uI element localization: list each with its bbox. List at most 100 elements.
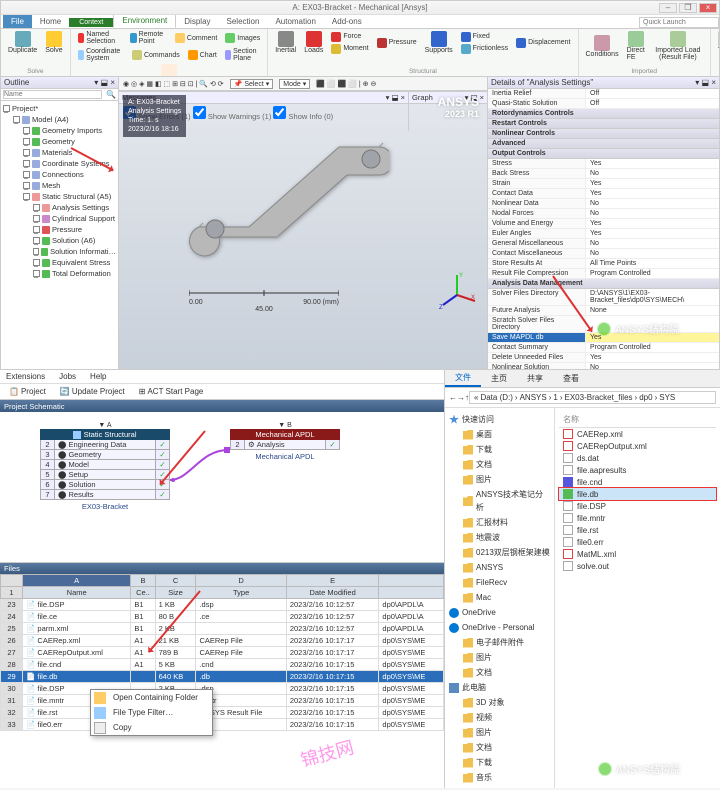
file-row[interactable]: 26📄 CAERep.xmlA121 KBCAERep File2023/2/1… (1, 635, 444, 647)
nav-item[interactable]: ANSYS技术笔记分析 (449, 487, 550, 515)
triad-icon[interactable]: YXZ (437, 271, 477, 313)
tree-item[interactable]: –Connections (3, 169, 116, 180)
tree-item[interactable]: –Model (A4) (3, 114, 116, 125)
named-selection-button[interactable]: Named Selection (75, 30, 125, 46)
nav-item[interactable]: 文档 (449, 665, 550, 680)
col-c[interactable]: C (155, 575, 196, 587)
details-row[interactable]: Result File CompressionProgram Controlle… (488, 269, 719, 279)
maximize-button[interactable]: ❐ (679, 3, 697, 13)
chart-button[interactable]: Chart (185, 49, 220, 61)
nav-item[interactable]: 视频 (449, 710, 550, 725)
tree-item[interactable]: –Equivalent Stress (3, 257, 116, 268)
file-item[interactable]: file.DSP (559, 500, 716, 512)
supports-button[interactable]: Supports (422, 30, 456, 55)
tree-project[interactable]: –Project* (3, 103, 116, 114)
file-row[interactable]: 28📄 file.cndA15 KB.cnd2023/2/16 10:17:15… (1, 659, 444, 671)
col-d[interactable]: D (196, 575, 286, 587)
tab-display[interactable]: Display (176, 15, 218, 28)
system-cell[interactable]: 6⬤ Solution✓ (40, 480, 170, 490)
project-tab-button[interactable]: 📋 Project (4, 386, 51, 397)
system-cell[interactable]: 4⬤ Model✓ (40, 460, 170, 470)
col-f[interactable] (379, 575, 444, 587)
graphics-canvas[interactable]: ◉ ◎ ◈ ▦ ◧ ⬚ ⊞ ⊟ ⊡ | 🔍 ⟲ ⟳ 📌 Select ▾ Mod… (119, 77, 487, 369)
nav-quick-access[interactable]: 快速访问 (449, 412, 550, 427)
view-mode[interactable]: Mode ▾ (279, 79, 310, 89)
file-row[interactable]: 30📄 file.DSP2 KB.dsp2023/2/16 10:17:15dp… (1, 683, 444, 695)
crumb-segment[interactable]: Data (D:) (480, 393, 512, 402)
nav-item[interactable]: 图片 (449, 650, 550, 665)
nav-item[interactable]: 0213双层钢框架建模 (449, 545, 550, 560)
crumb-segment[interactable]: ANSYS (520, 393, 547, 402)
select-mode[interactable]: 📌 Select ▾ (230, 79, 274, 89)
details-category[interactable]: Nonlinear Controls (488, 129, 719, 139)
file-item[interactable]: MatML.xml (559, 548, 716, 560)
imported-load-button[interactable]: Imported Load (Result File) (650, 30, 706, 62)
section-plane-button[interactable]: Section Plane (222, 47, 263, 63)
details-row[interactable]: Nodal ForcesNo (488, 209, 719, 219)
details-category[interactable]: Analysis Data Management (488, 279, 719, 289)
project-schematic[interactable]: ▼ A Static Structural 2⬤ Engineering Dat… (0, 412, 444, 562)
details-row[interactable]: Future AnalysisNone (488, 306, 719, 316)
file-item[interactable]: ds.dat (559, 452, 716, 464)
nav-back-icon[interactable]: ← (449, 393, 457, 402)
close-button[interactable]: × (699, 3, 717, 13)
nav-item[interactable]: FileRecv (449, 575, 550, 590)
ctx-copy[interactable]: Copy (91, 720, 212, 735)
system-cell[interactable]: 2⬤ Engineering Data✓ (40, 440, 170, 450)
inertial-button[interactable]: Inertial (272, 30, 299, 55)
file-item[interactable]: solve.out (559, 560, 716, 572)
nav-fwd-icon[interactable]: → (457, 393, 465, 402)
details-row[interactable]: Euler AnglesYes (488, 229, 719, 239)
details-category[interactable]: Output Controls (488, 149, 719, 159)
file-row[interactable]: 24📄 file.ceB180 B.ce2023/2/16 10:12:57dp… (1, 611, 444, 623)
details-row[interactable]: Contact MiscellaneousNo (488, 249, 719, 259)
file-list[interactable]: 名称 CAERep.xmlCAERepOutput.xmlds.datfile.… (555, 408, 720, 788)
file-row[interactable]: 33📄 file0.err308 B.err2023/2/16 10:17:15… (1, 719, 444, 731)
duplicate-button[interactable]: Duplicate (5, 30, 40, 55)
file-item[interactable]: file0.err (559, 536, 716, 548)
details-row[interactable]: Store Results AtAll Time Points (488, 259, 719, 269)
crumb-segment[interactable]: EX03-Bracket_files (565, 393, 633, 402)
details-row[interactable]: Delete Unneeded FilesYes (488, 353, 719, 363)
file-row[interactable]: 29📄 file.db640 KB.db2023/2/16 10:17:15dp… (1, 671, 444, 683)
tree-item[interactable]: –Pressure (3, 224, 116, 235)
explorer-tab-home[interactable]: 主页 (481, 371, 517, 386)
details-row[interactable]: Nonlinear DataNo (488, 199, 719, 209)
tree-item[interactable]: –Analysis Settings (3, 202, 116, 213)
nav-onedrive[interactable]: OneDrive - Personal (449, 620, 550, 635)
nav-item[interactable]: 图片 (449, 725, 550, 740)
file-item[interactable]: file.rst (559, 524, 716, 536)
loads-button[interactable]: Loads (301, 30, 326, 55)
system-cell[interactable]: 7⬤ Results✓ (40, 490, 170, 500)
details-row[interactable]: Solver Files DirectoryD:\ANSYS\1\EX03-Br… (488, 289, 719, 306)
col-b[interactable]: B (131, 575, 155, 587)
nav-item[interactable]: 桌面 (449, 785, 550, 788)
nav-item[interactable]: 地震波 (449, 530, 550, 545)
menu-help[interactable]: Help (90, 372, 106, 381)
comment-button[interactable]: Comment (172, 32, 220, 44)
details-category[interactable]: Restart Controls (488, 119, 719, 129)
details-row[interactable]: Quasi-Static SolutionOff (488, 99, 719, 109)
file-row[interactable]: 32📄 file.rst768 KBANSYS Result File2023/… (1, 707, 444, 719)
nav-item[interactable]: 下载 (449, 442, 550, 457)
tab-home[interactable]: Home (32, 15, 69, 28)
file-row[interactable]: 31📄 file.mntr820 B.mntr2023/2/16 10:17:1… (1, 695, 444, 707)
tree-item[interactable]: –Mesh (3, 180, 116, 191)
address-bar[interactable]: « Data (D:) › ANSYS › 1 › EX03-Bracket_f… (469, 391, 716, 404)
tools-button[interactable]: Tools (715, 30, 719, 55)
system-cell[interactable]: 5⬤ Setup✓ (40, 470, 170, 480)
displacement-button[interactable]: Displacement (513, 37, 573, 49)
annotation-button[interactable]: Annotation (75, 63, 264, 77)
details-row[interactable]: Inertia ReliefOff (488, 89, 719, 99)
col-e[interactable]: E (286, 575, 379, 587)
file-item[interactable]: file.cnd (559, 476, 716, 488)
act-start-button[interactable]: ⊞ ACT Start Page (134, 386, 209, 397)
tree-item[interactable]: –Solution Informati… (3, 246, 116, 257)
details-row[interactable]: StressYes (488, 159, 719, 169)
details-row[interactable]: Nonlinear SolutionNo (488, 363, 719, 369)
nav-item[interactable]: 桌面 (449, 427, 550, 442)
frictionless-button[interactable]: Frictionless (458, 43, 511, 55)
details-category[interactable]: Advanced (488, 139, 719, 149)
nav-item[interactable]: 汇报材料 (449, 515, 550, 530)
details-category[interactable]: Rotordynamics Controls (488, 109, 719, 119)
